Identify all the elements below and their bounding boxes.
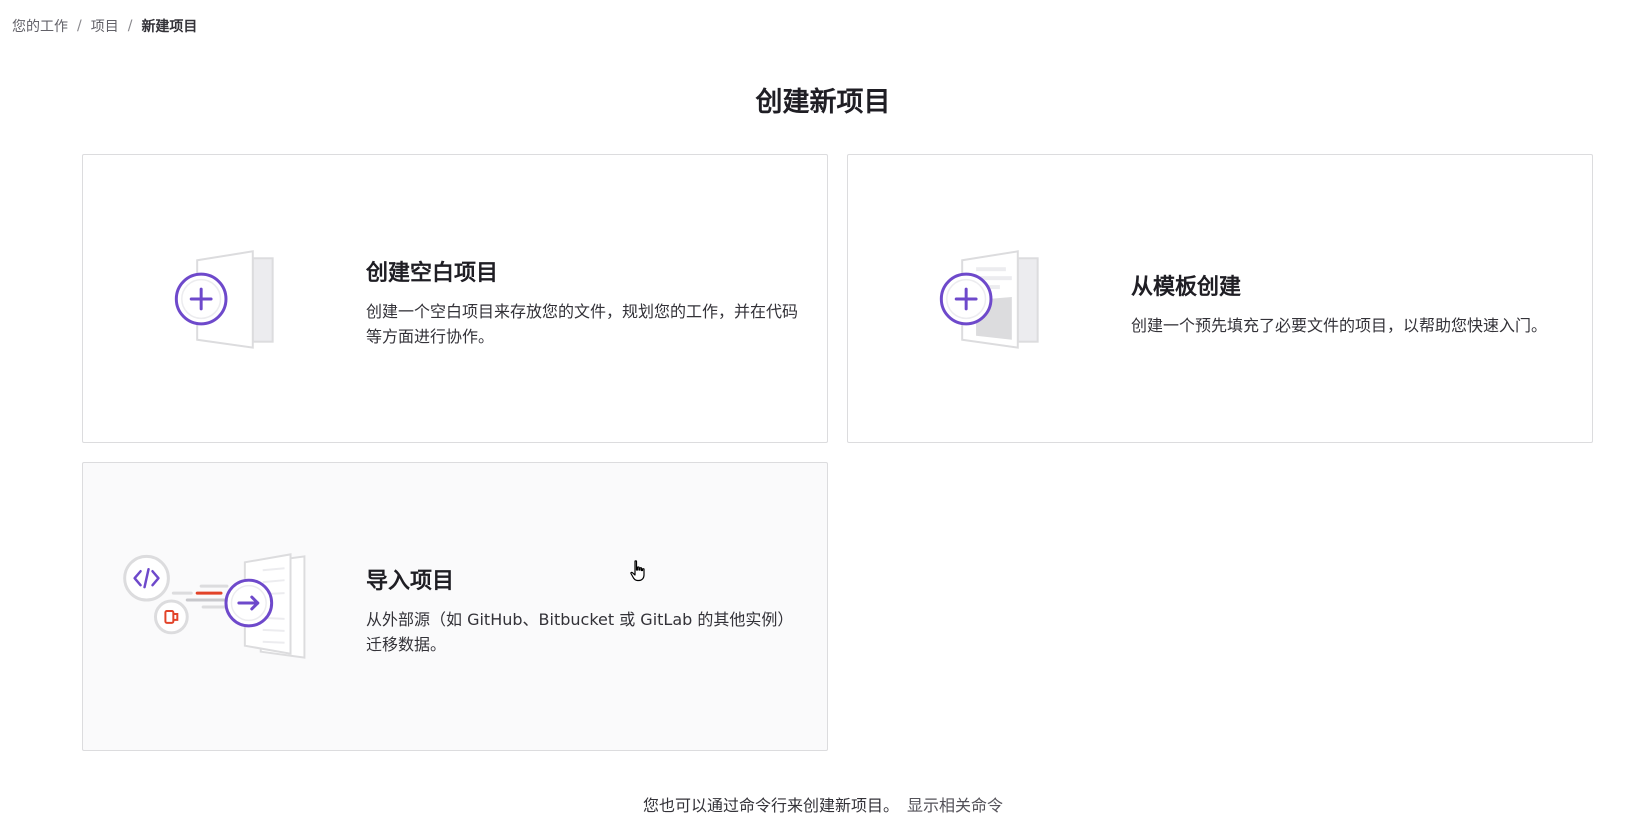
cli-hint-text: 您也可以通过命令行来创建新项目。 <box>642 796 899 815</box>
plus-document-icon <box>174 250 274 349</box>
template-document-icon <box>939 250 1039 349</box>
card-text: 创建空白项目 创建一个空白项目来存放您的文件，规划您的工作，并在代码等方面进行协… <box>366 255 807 349</box>
import-project-card[interactable]: 导入项目 从外部源（如 GitHub、Bitbucket 或 GitLab 的其… <box>82 462 828 751</box>
breadcrumb-projects[interactable]: 项目 <box>91 16 119 36</box>
card-description: 创建一个空白项目来存放您的文件，规划您的工作，并在代码等方面进行协作。 <box>366 302 799 346</box>
card-description: 从外部源（如 GitHub、Bitbucket 或 GitLab 的其他实例）迁… <box>366 610 794 654</box>
card-text: 从模板创建 创建一个预先填充了必要文件的项目，以帮助您快速入门。 <box>1131 269 1572 338</box>
show-command-link[interactable]: 显示相关命令 <box>907 796 1003 815</box>
breadcrumb-separator: / <box>77 18 82 34</box>
hand-cursor-icon <box>630 560 645 582</box>
breadcrumb-current: 新建项目 <box>141 19 198 35</box>
breadcrumb-your-work[interactable]: 您的工作 <box>12 16 68 36</box>
create-blank-project-card[interactable]: 创建空白项目 创建一个空白项目来存放您的文件，规划您的工作，并在代码等方面进行协… <box>82 154 828 443</box>
card-text: 导入项目 从外部源（如 GitHub、Bitbucket 或 GitLab 的其… <box>366 563 807 657</box>
create-from-template-card[interactable]: 从模板创建 创建一个预先填充了必要文件的项目，以帮助您快速入门。 <box>847 154 1593 443</box>
breadcrumb: 您的工作 / 项目 / 新建项目 <box>12 16 197 36</box>
card-title: 从模板创建 <box>1131 275 1242 300</box>
page-title: 创建新项目 <box>755 87 891 118</box>
breadcrumb-separator: / <box>127 18 133 34</box>
card-title: 导入项目 <box>366 569 455 594</box>
import-arrow-icon <box>123 553 306 659</box>
card-title: 创建空白项目 <box>366 261 499 286</box>
cli-hint: 您也可以通过命令行来创建新项目。 显示相关命令 <box>0 792 1646 816</box>
card-description: 创建一个预先填充了必要文件的项目，以帮助您快速入门。 <box>1131 316 1548 335</box>
